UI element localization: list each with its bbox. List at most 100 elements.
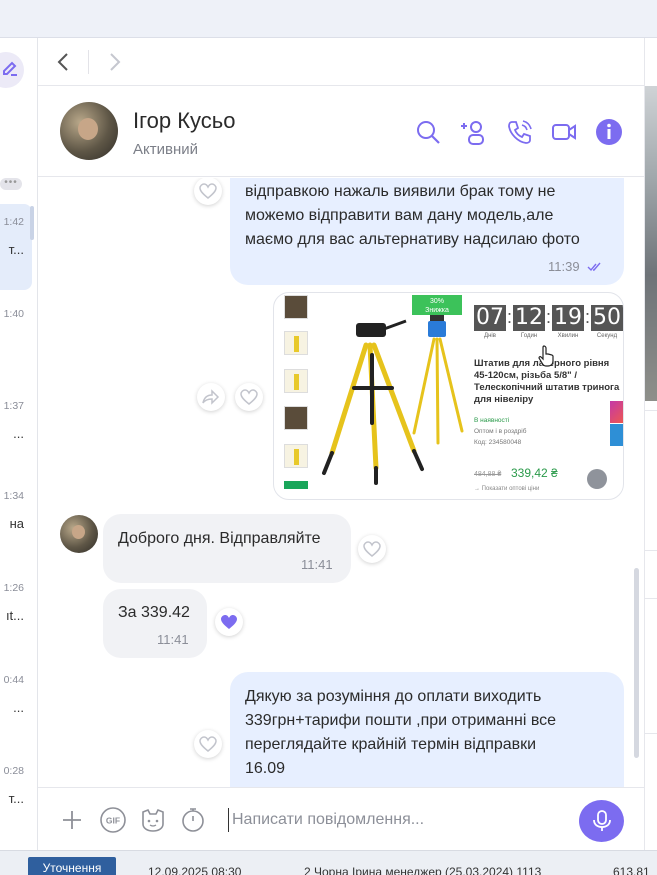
discount-badge: 30% Знижка	[412, 295, 462, 315]
thumbnail	[284, 331, 308, 355]
edit-icon	[3, 61, 17, 76]
nav-bar	[38, 38, 644, 86]
chat-panel: Ігор Кусьо Активний відправкою нажаль ви…	[38, 38, 644, 850]
messages-area[interactable]: відправкою нажаль виявили брак тому не м…	[38, 178, 644, 787]
message-incoming[interactable]: За 339.42 11:41	[103, 589, 207, 658]
timer-minutes: 19	[552, 305, 584, 331]
timer-icon[interactable]	[179, 806, 207, 834]
message-outgoing[interactable]: відправкою нажаль виявили брак тому не м…	[230, 178, 624, 285]
product-availability: В наявності	[474, 417, 510, 424]
text-cursor	[228, 808, 229, 832]
row-date: 12.09.2025 08:30	[148, 865, 242, 875]
heart-icon	[363, 541, 381, 557]
microphone-icon	[593, 810, 611, 831]
telegram-icon	[610, 424, 623, 446]
call-icon[interactable]	[506, 118, 534, 146]
message-incoming[interactable]: Доброго дня. Відправляйте 11:41	[103, 514, 351, 583]
sender-avatar[interactable]	[60, 515, 98, 553]
chat-list-panel: ••• 1:42 т... 1:40 1:37... 1:34 на 1:26 ıt... 0:…	[0, 38, 38, 850]
chat-list-snippet: ...	[13, 426, 24, 441]
message-outgoing[interactable]: Дякую за розуміння до оплати виходить 33…	[230, 672, 624, 787]
back-arrow-icon[interactable]	[52, 50, 76, 74]
react-heart-button[interactable]	[194, 730, 222, 758]
product-code: Код: 234580048	[474, 439, 522, 446]
image-message[interactable]: 30% Знижка 07 : 12 : 19 : 50 Днів Годин …	[273, 292, 624, 500]
chat-list-snippet: на	[9, 516, 24, 531]
message-time: 11:39	[548, 259, 580, 274]
thumbnail	[284, 295, 308, 319]
clarification-button[interactable]: Уточнення	[28, 857, 116, 875]
thumbnail	[284, 444, 308, 468]
background-table-row: Уточнення 12.09.2025 08:30 2 Чорна Ірина…	[0, 850, 657, 875]
timer-seconds: 50	[591, 305, 623, 331]
gif-icon[interactable]: GIF	[99, 806, 127, 834]
share-icon	[202, 389, 220, 405]
right-panel	[644, 38, 657, 850]
chat-list-time: 0:28	[3, 765, 24, 777]
message-text: Дякую за розуміння до оплати виходить 33…	[245, 688, 557, 777]
sticker-icon[interactable]	[139, 806, 167, 834]
chat-list-time: 1:40	[3, 308, 24, 320]
chat-list-time: 1:34	[3, 490, 24, 502]
timer-label: Днів	[484, 333, 496, 339]
info-icon[interactable]	[595, 118, 623, 146]
voice-record-button[interactable]	[579, 800, 624, 842]
compose-button[interactable]	[0, 52, 24, 88]
composer-bar: GIF	[38, 787, 644, 850]
react-heart-button[interactable]	[235, 383, 263, 411]
thumbnail	[284, 406, 308, 430]
chat-list-time: 1:37	[3, 400, 24, 412]
more-icon[interactable]: •••	[0, 178, 22, 190]
message-time: 11:41	[157, 632, 189, 647]
timer-hours: 12	[513, 305, 545, 331]
window-top-strip	[0, 0, 657, 38]
heart-filled-icon	[221, 615, 237, 629]
search-icon[interactable]	[414, 118, 442, 146]
countdown-timer: 07 : 12 : 19 : 50 Днів Годин Хвилин Секу…	[474, 305, 623, 339]
hand-cursor-icon	[538, 345, 554, 367]
message-text: За 339.42	[118, 604, 190, 621]
messages-scrollbar[interactable]	[634, 568, 639, 758]
row-amount: 613.81	[613, 865, 650, 875]
heart-icon	[240, 389, 258, 405]
react-heart-button[interactable]	[194, 178, 222, 205]
contact-name[interactable]: Ігор Кусьо	[133, 108, 236, 134]
chat-list-snippet: т...	[8, 791, 24, 806]
message-text: відправкою нажаль виявили брак тому не м…	[245, 183, 580, 248]
tripod-image	[314, 293, 468, 487]
timer-label: Секунд	[596, 333, 618, 339]
contact-avatar[interactable]	[60, 102, 118, 160]
add-participant-icon[interactable]	[460, 118, 488, 146]
chat-list-scrollbar[interactable]	[30, 206, 34, 240]
chat-list-time: 1:42	[3, 216, 24, 228]
cart-icon	[587, 469, 607, 489]
contact-status: Активний	[133, 141, 198, 158]
instagram-icon	[610, 401, 623, 423]
forward-button[interactable]	[197, 383, 225, 411]
timer-label: Хвилин	[557, 333, 579, 339]
chat-list-snippet: т...	[8, 242, 24, 257]
forward-arrow-icon[interactable]	[102, 50, 126, 74]
message-input[interactable]	[232, 805, 562, 835]
product-price: 339,42 ₴	[511, 466, 558, 480]
chat-list-snippet: ...	[13, 700, 24, 715]
row-manager: 2 Чорна Ірина менеджер (25.03.2024) 1113	[304, 865, 542, 875]
product-sale-type: Оптом і в роздріб	[474, 428, 527, 435]
video-call-icon[interactable]	[550, 118, 578, 146]
heart-icon	[199, 183, 217, 199]
timer-days: 07	[474, 305, 506, 331]
chat-list-snippet: ıt...	[5, 608, 24, 623]
right-panel-image	[645, 86, 657, 401]
product-thumbnails	[284, 293, 310, 493]
plus-icon[interactable]	[58, 806, 86, 834]
message-time: 11:41	[301, 557, 333, 572]
timer-label: Годин	[520, 333, 538, 339]
react-heart-button[interactable]	[358, 535, 386, 563]
heart-reaction[interactable]	[215, 608, 243, 636]
wholesale-link: → Показати оптові ціни	[474, 486, 540, 492]
chat-list-time: 1:26	[3, 582, 24, 594]
chat-list-time: 0:44	[3, 674, 24, 686]
message-text: Доброго дня. Відправляйте	[118, 530, 321, 547]
thumbnail	[284, 369, 308, 393]
chat-header: Ігор Кусьо Активний	[38, 87, 644, 177]
